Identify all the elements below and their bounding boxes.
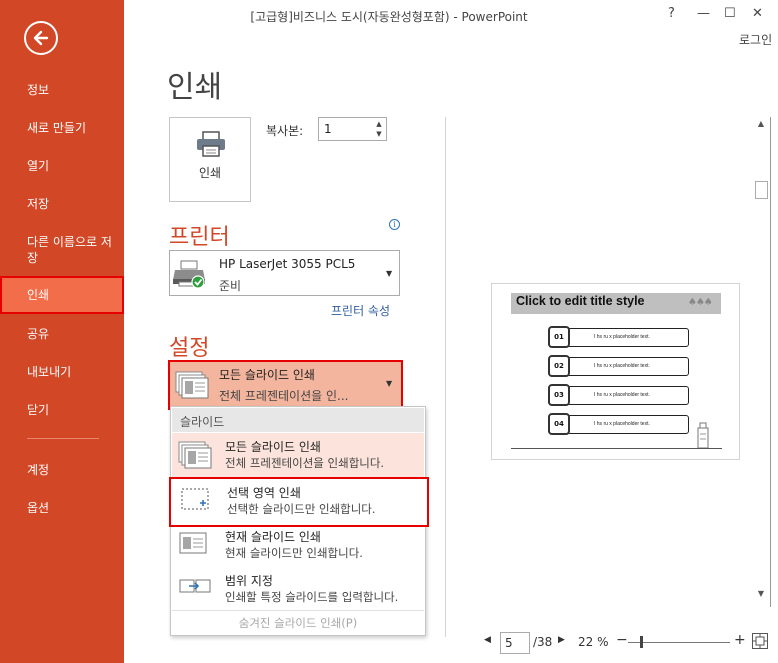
menu-item-description: 선택한 슬라이드만 인쇄합니다. [227,502,376,516]
help-button[interactable]: ? [668,6,675,21]
nav-export[interactable]: 내보내기 [0,364,124,380]
nav-share[interactable]: 공유 [0,326,124,342]
building-icon [697,422,709,448]
chevron-down-icon: ▼ [386,269,393,278]
all-slides-icon [175,371,209,399]
slide-row-text: I hs ru x placeholder text. [594,334,650,340]
slide-row-number: 01 [548,326,570,348]
slide-ground-line [511,448,722,449]
print-button-label: 인쇄 [198,166,222,180]
scroll-thumb[interactable] [755,181,768,199]
nav-print[interactable]: 인쇄 [0,276,124,314]
menu-item-current-slide[interactable]: 현재 슬라이드 인쇄 현재 슬라이드만 인쇄합니다. [172,523,424,567]
page-number-input[interactable]: 5 [500,632,530,654]
nav-new[interactable]: 새로 만들기 [0,120,124,136]
selection-icon [181,488,209,510]
login-link[interactable]: 로그인 [739,31,772,48]
slides-dropdown-subtitle: 전체 프레젠테이션을 인... [219,389,349,403]
page-total: /38 [533,635,553,649]
slide-row-number: 03 [548,384,570,406]
back-button[interactable] [24,21,58,55]
info-icon[interactable]: i [389,219,400,230]
window-title: [고급형]비즈니스 도시(자동완성형포함) - PowerPoint [250,10,528,24]
zoom-out-button[interactable]: − [616,632,628,648]
nav-save-as[interactable]: 다른 이름으로 저장 [0,234,118,266]
print-backstage: 정보 새로 만들기 열기 저장 다른 이름으로 저장 인쇄 공유 내보내기 닫기… [0,0,778,663]
slide-row-text: I hs ru x placeholder text. [594,421,650,427]
menu-item-custom-range[interactable]: 범위 지정 인쇄할 특정 슬라이드를 입력합니다. [172,567,424,611]
current-slide-icon [179,532,207,554]
menu-separator [172,610,424,611]
copies-value[interactable]: 1 [324,122,332,136]
print-hidden-slides-option: 숨겨진 슬라이드 인쇄(P) [238,616,358,630]
menu-item-print-selection[interactable]: 선택 영역 인쇄 선택한 슬라이드만 인쇄합니다. [169,477,429,527]
printer-properties-link[interactable]: 프린터 속성 [331,302,390,319]
nav-close[interactable]: 닫기 [0,402,124,418]
nav-options[interactable]: 옵션 [0,500,124,516]
zoom-slider-thumb[interactable] [640,636,643,648]
slides-range-menu: 슬라이드 모든 슬라이드 인쇄 전체 프레젠테이션을 인쇄합니다. 선택 영역 … [169,406,429,636]
nav-account[interactable]: 계정 [0,462,124,478]
page-title: 인쇄 [167,70,223,105]
menu-header: 슬라이드 [172,408,424,432]
slide-preview: Click to edit title style ♠♠♠ 01 I hs ru… [491,283,740,460]
printer-icon [197,131,225,157]
preview-navigation: ◀ 5 /38 ▶ 22 % − + [480,632,778,654]
custom-range-icon [179,579,211,593]
next-page-icon[interactable]: ▶ [558,635,565,645]
slides-dropdown-title: 모든 슬라이드 인쇄 [219,368,315,382]
menu-item-description: 전체 프레젠테이션을 인쇄합니다. [225,456,385,470]
printer-heading: 프린터 [169,225,230,250]
panel-divider [445,117,446,637]
zoom-level[interactable]: 22 % [578,635,609,649]
zoom-slider-track[interactable] [628,642,730,643]
arrow-left-icon [33,30,49,46]
restore-button[interactable]: ☐ [724,6,736,21]
slide-row-text: I hs ru x placeholder text. [594,392,650,398]
settings-heading: 설정 [169,336,210,361]
nav-save[interactable]: 저장 [0,196,124,212]
trees-graphic: ♠♠♠ [688,297,713,308]
printer-ready-icon [173,260,205,289]
close-button[interactable]: ✕ [752,6,763,21]
menu-item-title: 범위 지정 [225,574,273,588]
previous-page-icon[interactable]: ◀ [484,635,491,645]
slide-row-number: 02 [548,355,570,377]
slides-range-dropdown[interactable]: 모든 슬라이드 인쇄 전체 프레젠테이션을 인... ▼ [168,360,403,410]
printer-dropdown[interactable]: HP LaserJet 3055 PCL5 준비 ▼ [169,250,400,296]
nav-open[interactable]: 열기 [0,158,124,174]
fit-page-icon [753,634,767,648]
printer-status: 준비 [219,279,242,293]
scroll-up-icon[interactable]: ▲ [753,119,769,131]
menu-item-description: 인쇄할 특정 슬라이드를 입력합니다. [225,590,399,604]
nav-info[interactable]: 정보 [0,82,124,98]
preview-scrollbar[interactable]: ▲ ▼ [753,117,769,605]
menu-item-title: 선택 영역 인쇄 [227,486,301,500]
copies-label: 복사본: [266,124,304,138]
slide-row-number: 04 [548,413,570,435]
zoom-in-button[interactable]: + [734,632,746,648]
printer-name: HP LaserJet 3055 PCL5 [219,257,356,271]
chevron-down-icon: ▼ [386,379,393,388]
slide-title: Click to edit title style [516,294,645,308]
zoom-to-page-button[interactable] [752,633,768,649]
all-slides-icon [178,441,212,469]
scroll-down-icon[interactable]: ▼ [753,589,769,601]
menu-item-title: 모든 슬라이드 인쇄 [225,440,321,454]
window-edge [770,117,778,607]
menu-item-title: 현재 슬라이드 인쇄 [225,530,321,544]
menu-item-all-slides[interactable]: 모든 슬라이드 인쇄 전체 프레젠테이션을 인쇄합니다. [172,433,424,477]
spin-up-icon[interactable]: ▲ [373,119,385,129]
copies-stepper[interactable]: 1 ▲ ▼ [318,117,387,141]
sidebar-divider [27,438,99,439]
slide-row-text: I hs ru x placeholder text. [594,363,650,369]
minimize-button[interactable]: — [697,6,710,21]
spin-down-icon[interactable]: ▼ [373,129,385,139]
print-button[interactable]: 인쇄 [169,117,251,202]
backstage-sidebar: 정보 새로 만들기 열기 저장 다른 이름으로 저장 인쇄 공유 내보내기 닫기… [0,0,124,663]
menu-item-description: 현재 슬라이드만 인쇄합니다. [225,546,363,560]
